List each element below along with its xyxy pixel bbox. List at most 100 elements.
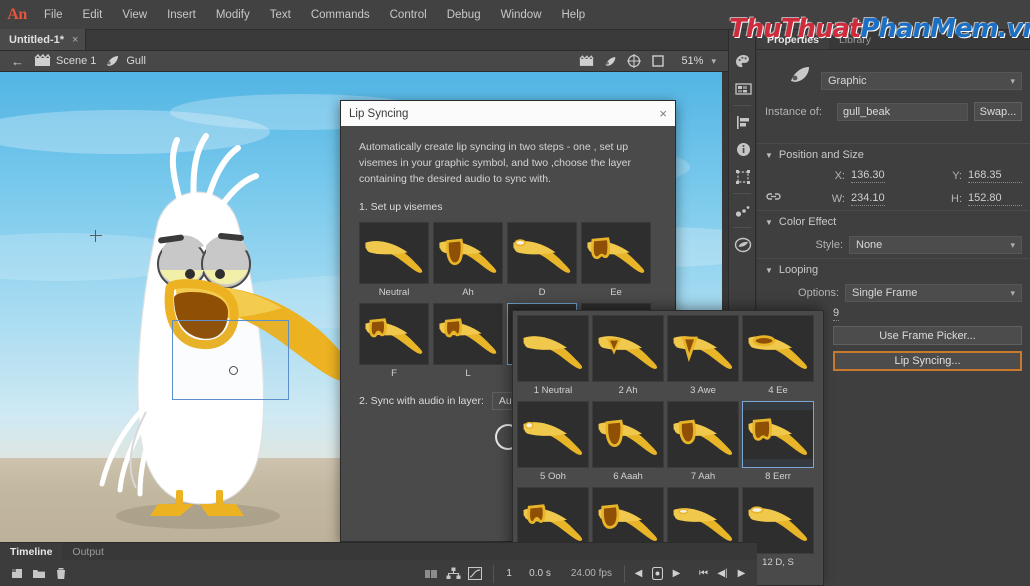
viseme-cell[interactable]: F bbox=[359, 303, 429, 380]
use-frame-picker-button[interactable]: Use Frame Picker... bbox=[833, 326, 1022, 345]
breadcrumb-symbol[interactable]: Gull bbox=[124, 55, 151, 67]
menu-item-text[interactable]: Text bbox=[260, 0, 301, 30]
chevron-down-icon[interactable]: ▾ bbox=[1010, 240, 1015, 251]
swatches-icon[interactable] bbox=[729, 75, 757, 102]
selection-bounding-box[interactable] bbox=[172, 320, 289, 400]
x-value[interactable]: 136.30 bbox=[851, 169, 885, 183]
info-icon[interactable] bbox=[729, 136, 757, 163]
frame-picker-cell[interactable]: 5 Ooh bbox=[517, 401, 589, 484]
play-icon[interactable] bbox=[648, 564, 667, 583]
h-value[interactable]: 152.80 bbox=[968, 192, 1022, 206]
frame-picker-cell[interactable]: 6 Aaah bbox=[592, 401, 664, 484]
instance-name-field[interactable]: gull_beak bbox=[837, 102, 968, 121]
transform-point-icon[interactable] bbox=[229, 366, 238, 375]
viseme-thumbnail[interactable] bbox=[507, 222, 577, 285]
next-keyframe-icon[interactable]: ▶ bbox=[732, 564, 751, 583]
onion-skin-icon[interactable] bbox=[420, 564, 442, 584]
color-effect-section-header[interactable]: ▼ Color Effect bbox=[757, 210, 1030, 232]
menu-item-control[interactable]: Control bbox=[380, 0, 437, 30]
color-style-dropdown[interactable]: None ▾ bbox=[849, 236, 1022, 254]
frame-picker-cell[interactable]: 2 Ah bbox=[592, 315, 664, 398]
frame-thumbnail[interactable] bbox=[517, 401, 589, 468]
step-back-icon[interactable]: ◀ bbox=[629, 564, 648, 583]
layer-parenting-icon[interactable] bbox=[442, 564, 464, 584]
viseme-cell[interactable]: Ah bbox=[433, 222, 503, 299]
menu-item-edit[interactable]: Edit bbox=[73, 0, 113, 30]
looping-section-header[interactable]: ▼ Looping bbox=[757, 258, 1030, 280]
stage-center-icon[interactable] bbox=[647, 52, 669, 71]
go-to-start-icon[interactable]: ⏮ bbox=[694, 564, 713, 583]
frame-picker-cell[interactable]: 3 Awe bbox=[667, 315, 739, 398]
color-palette-icon[interactable] bbox=[729, 48, 757, 75]
w-value[interactable]: 234.10 bbox=[851, 192, 885, 206]
current-frame[interactable]: 1 bbox=[501, 568, 517, 579]
viseme-thumbnail[interactable] bbox=[433, 303, 503, 366]
chevron-down-icon[interactable]: ▾ bbox=[1010, 288, 1015, 299]
menu-item-view[interactable]: View bbox=[112, 0, 157, 30]
motion-editor-icon[interactable] bbox=[729, 197, 757, 224]
chevron-down-icon[interactable]: ▼ bbox=[765, 218, 773, 227]
back-arrow-icon[interactable]: ← bbox=[4, 54, 31, 69]
dialog-title-bar[interactable]: Lip Syncing × bbox=[341, 101, 675, 126]
lip-syncing-button[interactable]: Lip Syncing... bbox=[833, 351, 1022, 371]
scene-icon-small[interactable] bbox=[575, 52, 597, 71]
breadcrumb-scene[interactable]: Scene 1 bbox=[54, 55, 101, 67]
document-tab[interactable]: Untitled-1* × bbox=[0, 29, 87, 50]
transform-icon[interactable] bbox=[729, 163, 757, 190]
viseme-thumbnail[interactable] bbox=[433, 222, 503, 285]
menu-item-modify[interactable]: Modify bbox=[206, 0, 260, 30]
frame-thumbnail[interactable] bbox=[592, 315, 664, 382]
timeline-tab-bar: Timeline Output bbox=[0, 543, 757, 560]
viseme-cell[interactable]: Neutral bbox=[359, 222, 429, 299]
motion-editor-icon[interactable] bbox=[464, 564, 486, 584]
frame-picker-cell[interactable]: 8 Eerr bbox=[742, 401, 814, 484]
menu-item-file[interactable]: File bbox=[34, 0, 73, 30]
new-layer-icon[interactable] bbox=[6, 564, 28, 584]
frame-thumbnail[interactable] bbox=[742, 401, 814, 468]
frame-thumbnail[interactable] bbox=[667, 401, 739, 468]
chevron-down-icon[interactable]: ▾ bbox=[711, 56, 722, 67]
fps-value[interactable]: 24.00 fps bbox=[563, 568, 620, 579]
tab-output[interactable]: Output bbox=[62, 546, 114, 560]
prev-keyframe-icon[interactable]: ◀| bbox=[713, 564, 732, 583]
menu-item-insert[interactable]: Insert bbox=[157, 0, 206, 30]
viseme-thumbnail[interactable] bbox=[359, 303, 429, 366]
delete-layer-icon[interactable] bbox=[50, 564, 72, 584]
frame-thumbnail[interactable] bbox=[742, 315, 814, 382]
lock-aspect-ratio-icon[interactable] bbox=[765, 191, 781, 206]
close-icon[interactable]: × bbox=[659, 106, 667, 121]
step-forward-icon[interactable]: ▶ bbox=[667, 564, 686, 583]
frame-picker-cell[interactable]: 4 Ee bbox=[742, 315, 814, 398]
menu-item-debug[interactable]: Debug bbox=[437, 0, 491, 30]
frame-thumbnail[interactable] bbox=[667, 315, 739, 382]
symbol-type-dropdown[interactable]: Graphic ▾ bbox=[821, 72, 1022, 90]
y-value[interactable]: 168.35 bbox=[968, 169, 1022, 183]
menu-item-help[interactable]: Help bbox=[552, 0, 596, 30]
new-folder-icon[interactable] bbox=[28, 564, 50, 584]
creative-cloud-icon[interactable] bbox=[729, 231, 757, 258]
chevron-down-icon[interactable]: ▼ bbox=[765, 266, 773, 275]
edit-symbol-icon[interactable] bbox=[599, 52, 621, 71]
frame-thumbnail[interactable] bbox=[517, 315, 589, 382]
tab-timeline[interactable]: Timeline bbox=[0, 543, 63, 560]
close-icon[interactable]: × bbox=[72, 34, 78, 46]
chevron-down-icon[interactable]: ▼ bbox=[765, 151, 773, 160]
frame-picker-cell[interactable]: 7 Aah bbox=[667, 401, 739, 484]
viseme-cell[interactable]: L bbox=[433, 303, 503, 380]
frame-picker-cell[interactable]: 1 Neutral bbox=[517, 315, 589, 398]
chevron-down-icon[interactable]: ▾ bbox=[1010, 76, 1015, 87]
looping-frame-value[interactable]: 9 bbox=[833, 307, 840, 321]
zoom-level[interactable]: 51% bbox=[671, 55, 709, 67]
menu-item-window[interactable]: Window bbox=[491, 0, 552, 30]
fit-to-window-icon[interactable] bbox=[623, 52, 645, 71]
viseme-cell[interactable]: D bbox=[507, 222, 577, 299]
position-and-size-section-header[interactable]: ▼ Position and Size bbox=[757, 143, 1030, 165]
menu-item-commands[interactable]: Commands bbox=[301, 0, 380, 30]
viseme-thumbnail[interactable] bbox=[359, 222, 429, 285]
swap-button[interactable]: Swap... bbox=[974, 102, 1022, 121]
looping-options-dropdown[interactable]: Single Frame ▾ bbox=[845, 284, 1022, 302]
align-icon[interactable] bbox=[729, 109, 757, 136]
viseme-thumbnail[interactable] bbox=[581, 222, 651, 285]
frame-thumbnail[interactable] bbox=[592, 401, 664, 468]
viseme-cell[interactable]: Ee bbox=[581, 222, 651, 299]
